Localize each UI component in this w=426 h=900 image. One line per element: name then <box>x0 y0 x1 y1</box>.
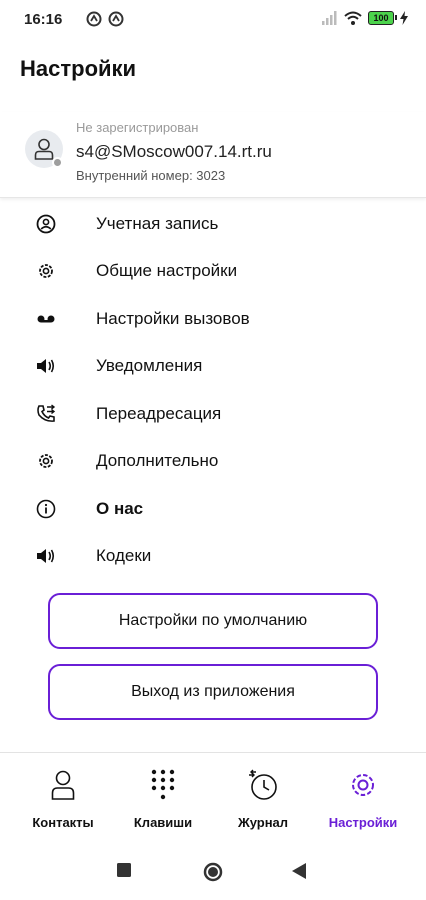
menu-item-label: Уведомления <box>96 356 203 376</box>
account-card[interactable]: Не зарегистрирован s4@SMoscow007.14.rt.r… <box>0 112 426 198</box>
status-time: 16:16 <box>24 11 63 28</box>
presence-status-dot <box>52 157 63 168</box>
menu-item-call-settings[interactable]: Настройки вызовов <box>0 295 426 343</box>
settings-menu: Учетная запись Общие настройки Настройки… <box>0 200 426 580</box>
charging-icon <box>400 11 408 25</box>
back-button[interactable] <box>292 863 306 884</box>
notification-app-icon <box>108 11 124 27</box>
reset-defaults-button[interactable]: Настройки по умолчанию <box>48 593 378 649</box>
menu-item-label: Общие настройки <box>96 261 238 281</box>
speaker-icon <box>36 356 56 376</box>
battery-icon: 100 <box>368 11 397 25</box>
nav-label: Журнал <box>237 815 289 830</box>
speaker-icon <box>36 546 56 566</box>
notification-app-icon <box>86 11 102 27</box>
registration-status: Не зарегистрирован <box>76 120 199 135</box>
person-icon <box>47 769 79 801</box>
status-system-icons: 100 <box>322 11 408 25</box>
menu-item-advanced[interactable]: Дополнительно <box>0 438 426 486</box>
system-nav-bar <box>0 843 426 900</box>
nav-tab-history[interactable]: Журнал <box>210 753 316 843</box>
menu-item-about[interactable]: О нас <box>0 485 426 533</box>
menu-item-label: Кодеки <box>96 546 152 566</box>
gear-icon <box>347 769 379 801</box>
account-address: s4@SMoscow007.14.rt.ru <box>76 142 272 161</box>
user-circle-icon <box>36 214 56 234</box>
call-forward-icon <box>36 404 56 424</box>
nav-tab-settings[interactable]: Настройки <box>310 753 416 843</box>
menu-item-codecs[interactable]: Кодеки <box>0 533 426 581</box>
menu-item-label: О нас <box>96 498 144 518</box>
page-title: Настройки <box>20 56 137 81</box>
gear-icon <box>36 451 56 471</box>
menu-item-label: Учетная запись <box>96 213 219 233</box>
signal-icon <box>322 11 337 25</box>
status-bar: 16:16 100 <box>0 0 426 40</box>
square-icon <box>117 863 131 877</box>
menu-item-general-settings[interactable]: Общие настройки <box>0 248 426 296</box>
person-icon <box>34 138 54 160</box>
menu-item-label: Настройки вызовов <box>96 308 250 328</box>
nav-tab-contacts[interactable]: Контакты <box>10 753 116 843</box>
wifi-icon <box>344 11 362 25</box>
nav-label: Клавиши <box>133 815 193 830</box>
info-icon <box>36 499 56 519</box>
circle-icon <box>203 862 223 882</box>
internal-number: Внутренний номер: 3023 <box>76 168 226 183</box>
bottom-nav: Контакты Клавиши Журнал Настройки <box>0 752 426 842</box>
home-button[interactable] <box>203 862 223 887</box>
recents-button[interactable] <box>117 863 131 882</box>
history-icon <box>247 769 279 801</box>
menu-item-label: Переадресация <box>96 403 222 423</box>
status-notification-icons <box>86 11 124 27</box>
nav-label: Настройки <box>328 815 398 830</box>
triangle-back-icon <box>292 863 306 879</box>
nav-tab-keypad[interactable]: Клавиши <box>110 753 216 843</box>
menu-item-notifications[interactable]: Уведомления <box>0 343 426 391</box>
nav-label: Контакты <box>32 815 94 830</box>
menu-item-call-forwarding[interactable]: Переадресация <box>0 390 426 438</box>
gear-icon <box>36 261 56 281</box>
voicemail-icon <box>36 309 56 329</box>
menu-item-label: Дополнительно <box>96 451 219 471</box>
dialpad-icon <box>147 769 179 801</box>
exit-app-button[interactable]: Выход из приложения <box>48 664 378 720</box>
menu-item-account[interactable]: Учетная запись <box>0 200 426 248</box>
